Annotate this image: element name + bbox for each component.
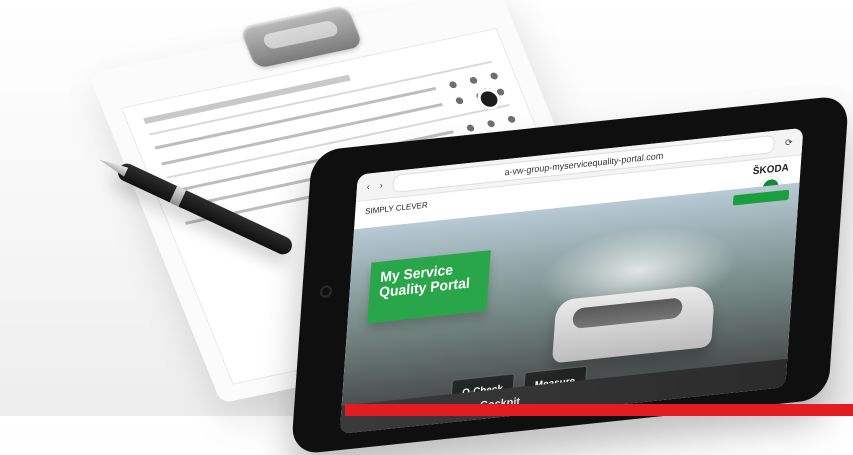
tablet-screen: ‹ › a-vw-group-myservicequality-portal.c… [339, 127, 804, 434]
back-icon: ‹ [366, 181, 371, 192]
home-button-icon [319, 284, 333, 299]
paper-line [149, 60, 493, 136]
hero-badge [732, 189, 790, 206]
scene: ‹ › a-vw-group-myservicequality-portal.c… [0, 0, 853, 455]
portal-label: My Service Quality Portal [367, 250, 491, 324]
site-brand: ŠKODA [752, 162, 790, 178]
car-image [551, 283, 716, 364]
site-tagline: SIMPLY CLEVER [364, 200, 428, 217]
pen-band [169, 186, 187, 207]
red-bottom-bar [345, 404, 853, 416]
forward-icon: › [379, 180, 384, 191]
refresh-icon: ⟳ [784, 136, 793, 148]
tablet: ‹ › a-vw-group-myservicequality-portal.c… [290, 94, 850, 455]
